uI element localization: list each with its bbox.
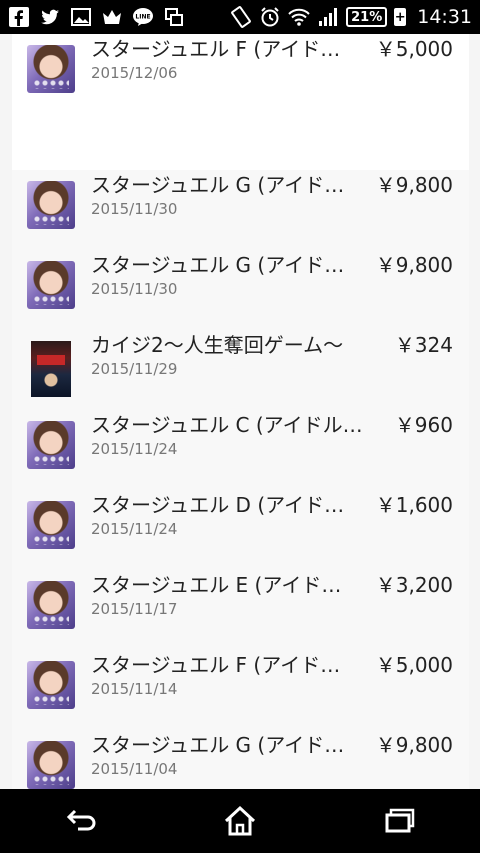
multiwindow-icon — [163, 6, 185, 28]
purchase-row[interactable]: スタージュエル F (アイド… ￥5,000 2015/12/06 — [12, 34, 469, 114]
navigation-bar — [0, 789, 480, 853]
battery-percent: 21% — [351, 9, 383, 25]
gallery-icon — [70, 6, 92, 28]
home-button[interactable] — [210, 796, 270, 846]
purchase-title: スタージュエル G (アイド… — [91, 733, 345, 757]
purchase-price: ￥960 — [394, 413, 453, 437]
purchase-price: ￥1,600 — [375, 493, 453, 517]
purchase-date: 2015/11/14 — [91, 680, 178, 698]
purchase-list: スタージュエル G (アイド… ￥9,800 2015/11/30 スタージュエ… — [12, 170, 469, 789]
purchase-date: 2015/11/30 — [91, 200, 178, 218]
recents-button[interactable] — [370, 796, 430, 846]
wifi-icon — [288, 6, 310, 28]
purchase-row[interactable]: スタージュエル G (アイド… ￥9,800 2015/11/30 — [12, 250, 469, 330]
purchase-price: ￥3,200 — [375, 573, 453, 597]
app-thumbnail — [27, 661, 75, 709]
charging-icon: + — [394, 8, 407, 26]
crown-icon — [101, 6, 123, 28]
app-thumbnail — [27, 741, 75, 789]
twitter-icon — [39, 6, 61, 28]
clock: 14:31 — [417, 6, 472, 28]
app-thumbnail — [27, 421, 75, 469]
notification-icons: LINE — [8, 6, 185, 28]
back-icon — [66, 809, 96, 831]
purchase-card: スタージュエル F (アイド… ￥5,000 2015/12/06 — [12, 34, 469, 170]
app-thumbnail — [27, 45, 75, 93]
signal-icon — [317, 6, 339, 28]
home-icon — [224, 805, 256, 836]
purchase-price: ￥9,800 — [375, 253, 453, 277]
purchase-date: 2015/11/17 — [91, 600, 178, 618]
purchase-price: ￥9,800 — [375, 733, 453, 757]
back-button[interactable] — [50, 796, 110, 846]
purchase-history[interactable]: スタージュエル F (アイド… ￥5,000 2015/12/06 スタージュエ… — [0, 34, 480, 789]
purchase-title: スタージュエル G (アイド… — [91, 173, 345, 197]
purchase-title: スタージュエル E (アイド… — [91, 573, 342, 597]
purchase-date: 2015/11/30 — [91, 280, 178, 298]
system-indicators: 21% + 14:31 — [230, 6, 472, 28]
purchase-date: 2015/11/29 — [91, 360, 178, 378]
purchase-price: ￥324 — [394, 333, 453, 357]
app-thumbnail — [27, 581, 75, 629]
battery-indicator: 21% — [346, 7, 388, 27]
app-thumbnail — [27, 181, 75, 229]
purchase-title: スタージュエル C (アイドル… — [91, 413, 363, 437]
purchase-row[interactable]: スタージュエル E (アイド… ￥3,200 2015/11/17 — [12, 570, 469, 650]
purchase-date: 2015/11/24 — [91, 440, 178, 458]
purchase-title: スタージュエル F (アイド… — [91, 653, 341, 677]
purchase-price: ￥5,000 — [375, 37, 453, 61]
purchase-title: カイジ2〜人生奪回ゲーム〜 — [91, 333, 344, 357]
rotate-icon — [230, 6, 252, 28]
recents-icon — [385, 808, 415, 833]
line-icon: LINE — [132, 6, 154, 28]
purchase-price: ￥5,000 — [375, 653, 453, 677]
purchase-row[interactable]: カイジ2〜人生奪回ゲーム〜 ￥324 2015/11/29 — [12, 330, 469, 410]
app-thumbnail — [27, 501, 75, 549]
purchase-date: 2015/12/06 — [91, 64, 178, 82]
app-thumbnail — [27, 261, 75, 309]
purchase-row[interactable]: スタージュエル F (アイド… ￥5,000 2015/11/14 — [12, 650, 469, 730]
purchase-price: ￥9,800 — [375, 173, 453, 197]
game-thumbnail — [31, 341, 71, 397]
purchase-date: 2015/11/24 — [91, 520, 178, 538]
purchase-title: スタージュエル G (アイド… — [91, 253, 345, 277]
facebook-icon — [8, 6, 30, 28]
status-bar: LINE 21% + 14:31 — [0, 0, 480, 34]
purchase-title: スタージュエル F (アイド… — [91, 37, 341, 61]
purchase-row[interactable]: スタージュエル C (アイドル… ￥960 2015/11/24 — [12, 410, 469, 490]
purchase-row[interactable]: スタージュエル G (アイド… ￥9,800 2015/11/04 — [12, 730, 469, 789]
purchase-row[interactable]: スタージュエル D (アイド… ￥1,600 2015/11/24 — [12, 490, 469, 570]
purchase-row[interactable]: スタージュエル G (アイド… ￥9,800 2015/11/30 — [12, 170, 469, 250]
alarm-icon — [259, 6, 281, 28]
svg-text:LINE: LINE — [135, 14, 150, 21]
purchase-title: スタージュエル D (アイド… — [91, 493, 345, 517]
purchase-date: 2015/11/04 — [91, 760, 178, 778]
